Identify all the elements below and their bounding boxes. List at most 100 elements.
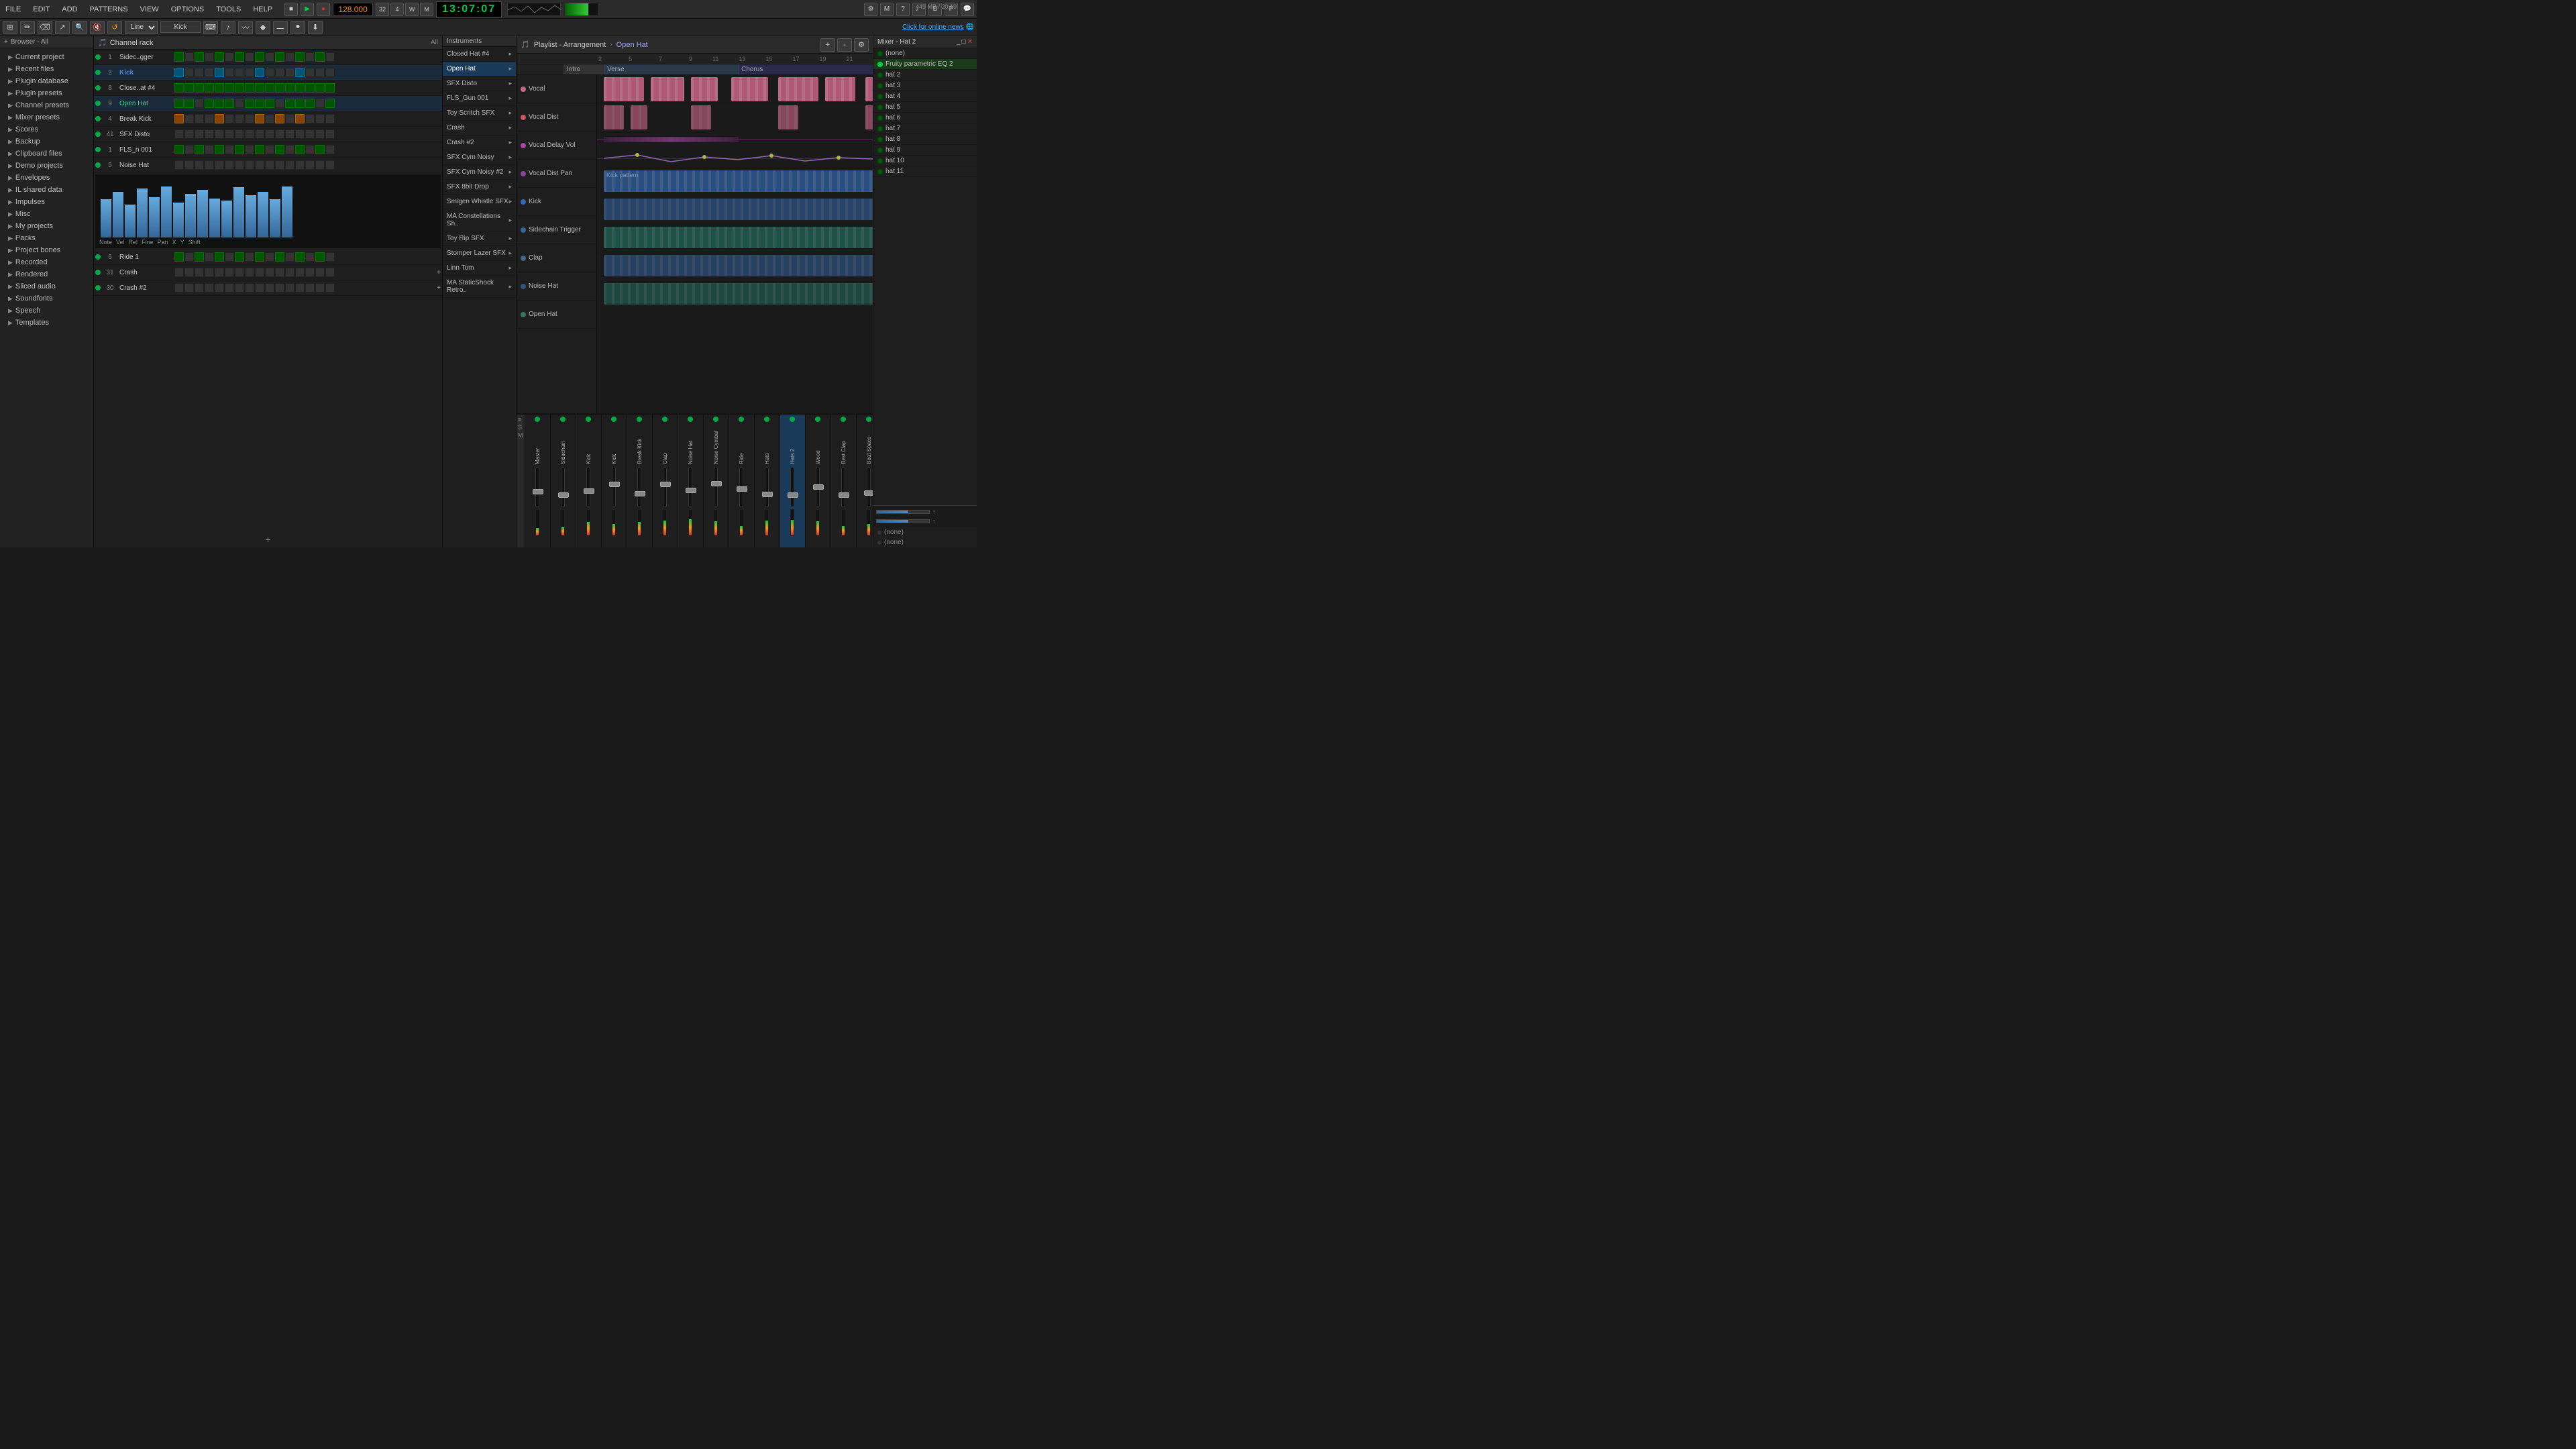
- playlist-zoom-out[interactable]: -: [837, 38, 852, 52]
- list-item-crash[interactable]: Crash ▸: [443, 121, 516, 136]
- pad[interactable]: [174, 83, 184, 93]
- pad[interactable]: [275, 52, 284, 62]
- pad[interactable]: [315, 52, 325, 62]
- list-item[interactable]: Stomper Lazer SFX ▸: [443, 246, 516, 261]
- pad[interactable]: [184, 68, 194, 77]
- pad[interactable]: [295, 83, 305, 93]
- pad[interactable]: [225, 252, 234, 262]
- volume-bar[interactable]: [565, 3, 598, 16]
- table-row[interactable]: 5 Noise Hat: [94, 158, 442, 173]
- mode-w-btn[interactable]: W: [405, 3, 419, 16]
- pad[interactable]: [305, 99, 315, 108]
- sidebar-item-plugin-database[interactable]: ▶ Plugin database: [0, 75, 93, 87]
- playlist-zoom-in[interactable]: +: [820, 38, 835, 52]
- pad[interactable]: [195, 99, 204, 108]
- sidebar-item-packs[interactable]: ▶ Packs: [0, 232, 93, 244]
- mixer-channel[interactable]: Wood: [806, 415, 831, 547]
- strum-btn[interactable]: 〰: [238, 21, 253, 34]
- sidebar-item-my-projects[interactable]: ▶ My projects: [0, 220, 93, 232]
- pad[interactable]: [275, 114, 284, 123]
- sidebar-item-backup[interactable]: ▶ Backup: [0, 136, 93, 148]
- pad[interactable]: [205, 114, 214, 123]
- pad[interactable]: [255, 99, 264, 108]
- pad[interactable]: [195, 83, 204, 93]
- pad[interactable]: [315, 145, 325, 154]
- list-item[interactable]: Closed Hat #4 ▸: [443, 47, 516, 62]
- pad[interactable]: [174, 129, 184, 139]
- clip[interactable]: [604, 283, 873, 305]
- mixer-fader-knob[interactable]: [584, 488, 594, 494]
- mixer-fader-track[interactable]: [612, 467, 616, 507]
- mixer-channel[interactable]: Sidechain: [551, 415, 576, 547]
- list-item[interactable]: hat 4: [873, 91, 977, 102]
- pad[interactable]: [225, 68, 234, 77]
- pad[interactable]: [285, 252, 294, 262]
- pad[interactable]: [305, 129, 315, 139]
- sidebar-add-btn[interactable]: +: [4, 38, 8, 46]
- sidebar-item-plugin-presets[interactable]: ▶ Plugin presets: [0, 87, 93, 99]
- pad[interactable]: [245, 83, 254, 93]
- pad[interactable]: [295, 268, 305, 277]
- inst-menu-icon[interactable]: ▸: [508, 235, 512, 242]
- mixer-fader-knob[interactable]: [864, 490, 873, 496]
- mute-btn[interactable]: 🔇: [90, 21, 105, 34]
- pad[interactable]: [215, 145, 224, 154]
- pad[interactable]: [205, 252, 214, 262]
- table-row[interactable]: 1 Sidec..gger: [94, 50, 442, 65]
- inst-menu-icon[interactable]: ▸: [508, 283, 512, 290]
- pad[interactable]: [315, 114, 325, 123]
- table-row[interactable]: 30 Crash #2: [94, 280, 442, 296]
- draw-btn[interactable]: ✏: [20, 21, 35, 34]
- table-row[interactable]: 8 Close..at #4: [94, 80, 442, 96]
- mixer-fader-knob[interactable]: [788, 492, 798, 498]
- pad[interactable]: [195, 160, 204, 170]
- record-button[interactable]: ●: [317, 3, 330, 16]
- pad[interactable]: [275, 83, 284, 93]
- pad[interactable]: [295, 160, 305, 170]
- mixer-fader-track[interactable]: [714, 467, 718, 507]
- send-fader[interactable]: [876, 510, 930, 514]
- mixer-fader-knob[interactable]: [839, 492, 849, 498]
- track-label-open-hat[interactable]: Open Hat: [517, 301, 596, 329]
- pad[interactable]: [245, 252, 254, 262]
- mixer-fader-track[interactable]: [790, 467, 794, 507]
- pad[interactable]: [235, 129, 244, 139]
- section-intro[interactable]: Intro: [564, 64, 604, 74]
- rp-maximize-btn[interactable]: □: [962, 38, 966, 46]
- pad[interactable]: [184, 99, 194, 108]
- loop-btn[interactable]: ↺: [107, 21, 122, 34]
- seq-bar[interactable]: [282, 186, 292, 238]
- pad[interactable]: [205, 129, 214, 139]
- pad[interactable]: [315, 68, 325, 77]
- pad[interactable]: [184, 145, 194, 154]
- seq-bar[interactable]: [197, 190, 208, 237]
- sidebar-item-impulses[interactable]: ▶ Impulses: [0, 196, 93, 208]
- mixer-fader-track[interactable]: [663, 467, 667, 507]
- mode-4-btn[interactable]: 4: [390, 3, 404, 16]
- pad[interactable]: [315, 252, 325, 262]
- inst-menu-icon[interactable]: ▸: [508, 65, 512, 72]
- list-item[interactable]: hat 11: [873, 166, 977, 177]
- list-item-ma-constellations[interactable]: MA Constellations Sh.. ▸: [443, 209, 516, 231]
- pad[interactable]: [225, 99, 234, 108]
- seq-bar[interactable]: [113, 192, 123, 237]
- pad[interactable]: [305, 283, 315, 292]
- list-item[interactable]: hat 7: [873, 123, 977, 134]
- track-label-vocal-dist[interactable]: Vocal Dist: [517, 103, 596, 131]
- pad[interactable]: [195, 52, 204, 62]
- sidebar-item-channel-presets[interactable]: ▶ Channel presets: [0, 99, 93, 111]
- pad[interactable]: [325, 268, 335, 277]
- pad[interactable]: [295, 145, 305, 154]
- list-item[interactable]: SFX Cym Noisy ▸: [443, 150, 516, 165]
- pad[interactable]: [235, 68, 244, 77]
- pad[interactable]: [325, 145, 335, 154]
- pad[interactable]: [245, 283, 254, 292]
- pad[interactable]: [184, 83, 194, 93]
- pad[interactable]: [275, 283, 284, 292]
- sidebar-item-demo[interactable]: ▶ Demo projects: [0, 160, 93, 172]
- pad[interactable]: [184, 52, 194, 62]
- playlist-settings[interactable]: ⚙: [854, 38, 869, 52]
- list-item[interactable]: Open Hat ▸: [443, 62, 516, 76]
- pad[interactable]: [245, 52, 254, 62]
- track-label-clap[interactable]: Clap: [517, 244, 596, 272]
